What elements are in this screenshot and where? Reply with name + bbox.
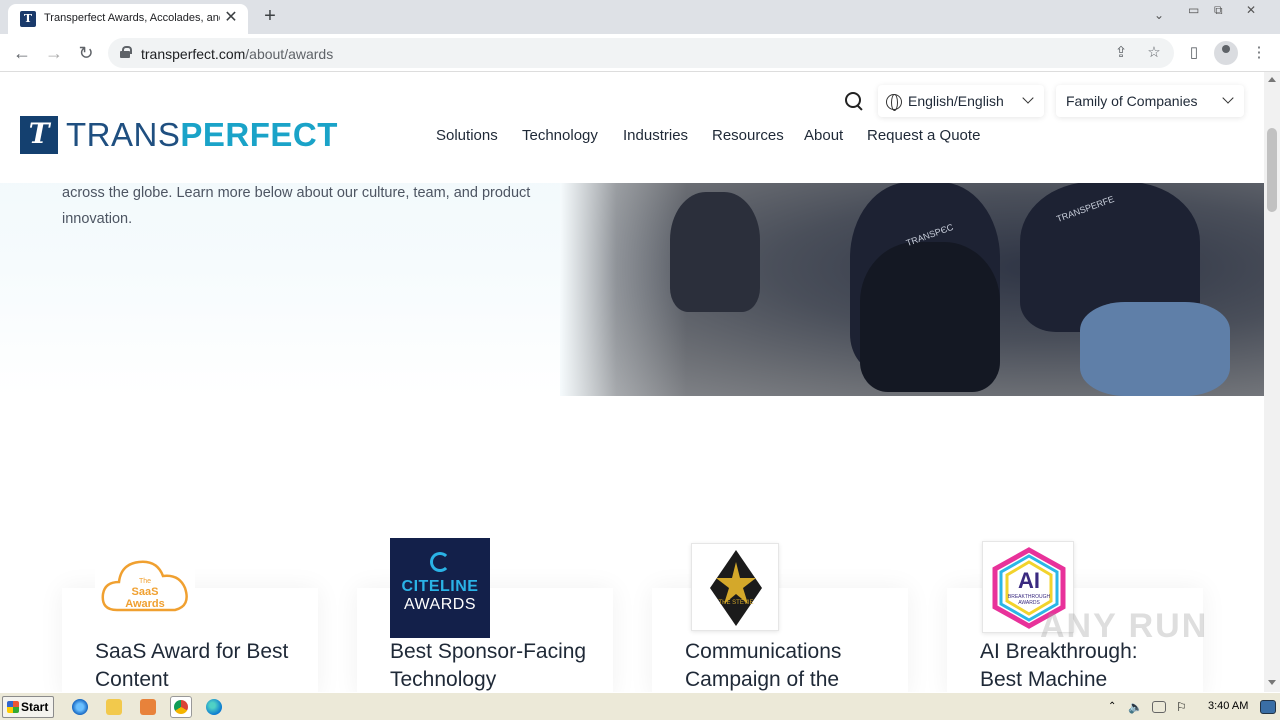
close-window-button[interactable]: ✕	[1246, 3, 1256, 17]
share-icon[interactable]: ⇪	[1112, 44, 1130, 62]
scroll-thumb[interactable]	[1267, 128, 1277, 212]
language-selector[interactable]: English/English	[878, 85, 1044, 117]
citeline-logo-line1: CITELINE	[401, 578, 479, 595]
logo-text-bold: PERFECT	[180, 116, 338, 153]
url-text: transperfect.com/about/awards	[141, 46, 333, 62]
address-bar[interactable]: transperfect.com/about/awards ⇪ ☆	[108, 38, 1174, 68]
bookmark-star-icon[interactable]: ☆	[1145, 44, 1163, 62]
page-scrollbar[interactable]	[1264, 72, 1280, 692]
start-button[interactable]: Start	[2, 696, 54, 718]
globe-icon	[886, 94, 902, 111]
logo-text-plain: TRANS	[66, 116, 181, 153]
web-page: TRANSPЄC TRANSPERFE across the globe. Le…	[0, 72, 1264, 692]
watermark: ANY RUN	[1040, 607, 1209, 645]
award-title[interactable]: SaaS Award for Best Content	[95, 638, 325, 692]
saas-logo-line1: The	[138, 578, 152, 585]
award-title[interactable]: Best Sponsor-Facing Technology	[390, 638, 590, 692]
stevie-star-icon	[710, 550, 762, 626]
citeline-awards-logo: CITELINE AWARDS	[390, 538, 490, 638]
scroll-up-icon[interactable]	[1268, 77, 1276, 82]
lock-icon	[120, 46, 132, 58]
nav-industries[interactable]: Industries	[623, 127, 688, 144]
search-icon[interactable]	[845, 92, 863, 110]
browser-toolbar: ← → ↻ transperfect.com/about/awards ⇪ ☆ …	[0, 34, 1280, 72]
scroll-down-icon[interactable]	[1268, 680, 1276, 685]
nav-solutions[interactable]: Solutions	[436, 127, 498, 144]
browser-tab-strip: T Transperfect Awards, Accolades, and ✕ …	[0, 0, 1280, 34]
back-arrow-icon[interactable]: ←	[10, 41, 34, 65]
profile-avatar-icon[interactable]	[1214, 41, 1238, 65]
logo-mark-icon[interactable]: T	[20, 116, 58, 154]
photo-person	[860, 242, 1000, 392]
site-header: T TRANSPERFECT Solutions Technology Indu…	[0, 72, 1264, 183]
url-host: transperfect.com	[141, 46, 246, 62]
taskbar-clock[interactable]: 3:40 AM	[1208, 700, 1248, 712]
saas-awards-logo: The SaaS Awards	[95, 538, 195, 622]
chrome-taskbar-button[interactable]	[170, 696, 192, 718]
url-path: /about/awards	[245, 46, 334, 62]
flag-icon[interactable]: ⚐	[1176, 699, 1192, 715]
chevron-down-icon	[1222, 92, 1234, 104]
tab-search-icon[interactable]: ⌄	[1154, 8, 1164, 22]
tray-expand-icon[interactable]: ⌃	[1108, 699, 1118, 715]
favicon-icon: T	[20, 11, 36, 27]
forward-arrow-icon[interactable]: →	[42, 41, 66, 65]
browser-tab[interactable]: T Transperfect Awards, Accolades, and ✕	[8, 4, 248, 34]
stevie-logo-text: THE STEVIE	[718, 600, 754, 606]
family-of-companies-dropdown[interactable]: Family of Companies	[1056, 85, 1244, 117]
award-title[interactable]: AI Breakthrough: Best Machine	[980, 638, 1160, 692]
nav-request-quote[interactable]: Request a Quote	[867, 127, 980, 144]
internet-explorer-icon[interactable]	[72, 699, 88, 715]
reload-icon[interactable]: ↻	[74, 41, 98, 65]
windows-taskbar: Start ⌃ 🔈 ⚐ 3:40 AM	[0, 692, 1280, 720]
stevie-awards-logo: THE STEVIE	[691, 543, 779, 631]
ai-logo-line1: AI	[1018, 568, 1040, 593]
saas-logo-line2: SaaS	[131, 586, 159, 598]
volume-icon[interactable]: 🔈	[1128, 699, 1144, 715]
nav-technology[interactable]: Technology	[522, 127, 598, 144]
windows-logo-icon	[7, 701, 19, 713]
close-tab-icon[interactable]: ✕	[222, 9, 240, 27]
show-desktop-icon[interactable]	[1260, 700, 1276, 714]
family-label: Family of Companies	[1066, 93, 1198, 109]
language-label: English/English	[908, 93, 1004, 109]
site-logo[interactable]: TRANSPERFECT	[66, 116, 338, 154]
nav-resources[interactable]: Resources	[712, 127, 784, 144]
folder-icon[interactable]	[106, 699, 122, 715]
hero-team-photo: TRANSPЄC TRANSPERFE	[560, 182, 1264, 396]
photo-jeans	[1080, 302, 1230, 396]
photo-person	[670, 192, 760, 312]
chrome-icon	[174, 700, 188, 714]
citeline-logo-line2: AWARDS	[403, 596, 477, 613]
hero-description: across the globe. Learn more below about…	[62, 185, 531, 227]
citeline-c-icon	[430, 552, 450, 572]
menu-dots-icon[interactable]: ⋮	[1250, 44, 1268, 62]
ai-logo-line2: BREAKTHROUGH AWARDS	[1007, 594, 1051, 606]
edge-icon[interactable]	[206, 699, 222, 715]
chevron-down-icon	[1022, 92, 1034, 104]
start-label: Start	[21, 700, 49, 714]
award-title[interactable]: Communications Campaign of the	[685, 638, 875, 692]
side-panel-icon[interactable]: ▯	[1185, 44, 1203, 62]
network-icon[interactable]	[1152, 701, 1166, 713]
saas-logo-line3: Awards	[125, 598, 165, 610]
nav-about[interactable]: About	[804, 127, 843, 144]
restore-button[interactable]: ⧉	[1214, 3, 1223, 18]
media-player-icon[interactable]	[140, 699, 156, 715]
tab-title: Transperfect Awards, Accolades, and	[44, 12, 220, 24]
minimize-button[interactable]: ▭	[1188, 3, 1199, 17]
new-tab-button[interactable]: +	[258, 5, 282, 29]
